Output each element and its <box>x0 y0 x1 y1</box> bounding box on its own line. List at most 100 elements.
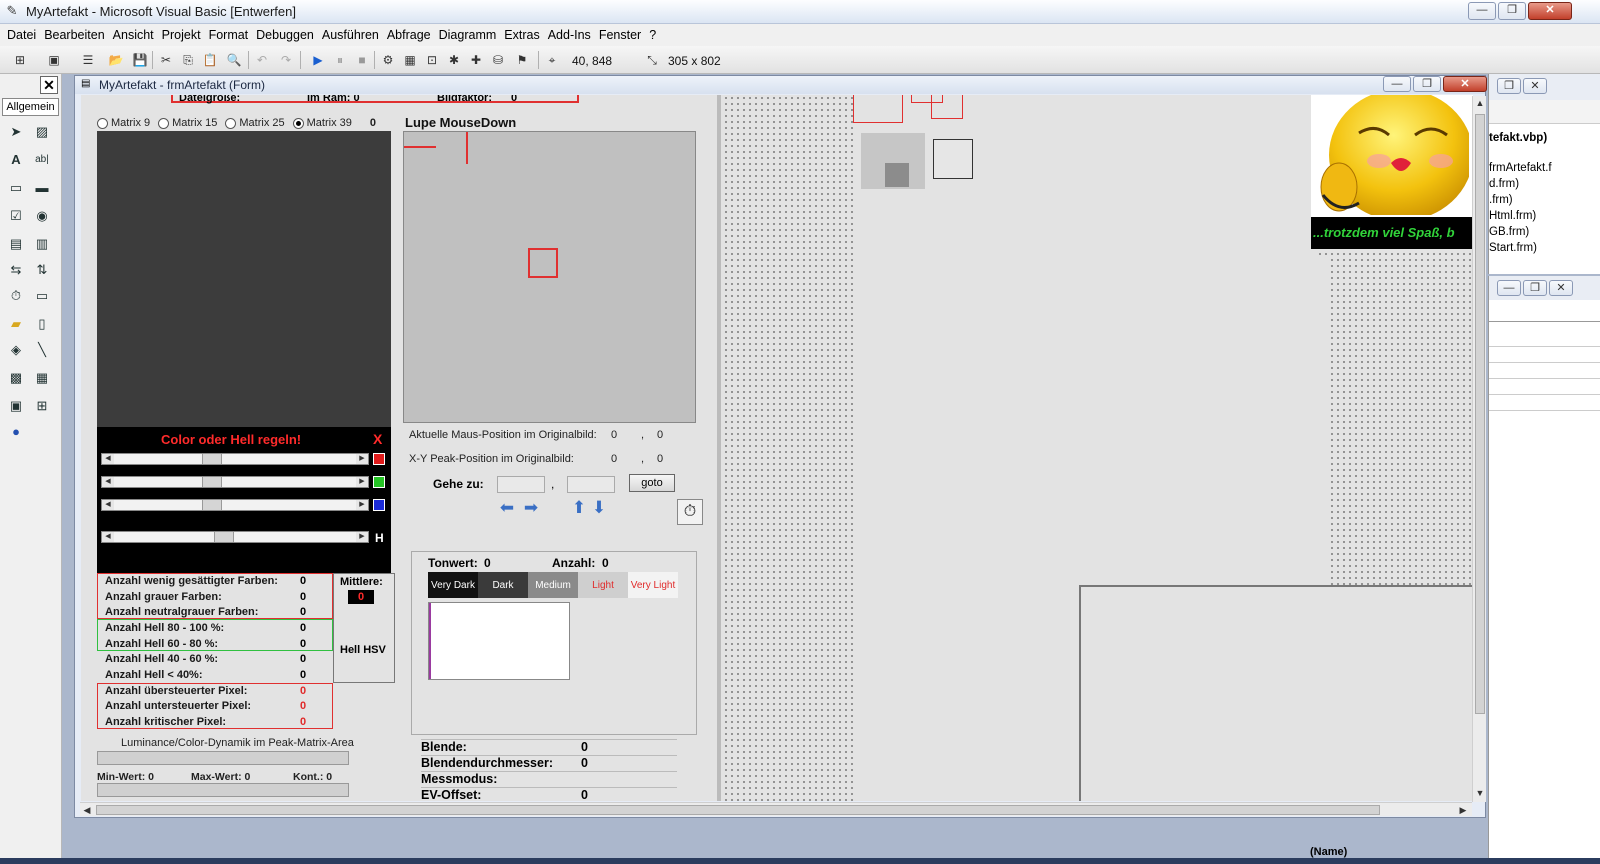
tone-very-light[interactable]: Very Light <box>628 572 678 598</box>
image-tool-icon[interactable]: ▩ <box>6 368 26 388</box>
add-project-icon[interactable]: ⊞ <box>12 52 28 68</box>
matrix-15-radio[interactable]: Matrix 15 <box>158 117 217 129</box>
component-manager-icon[interactable]: ⚑ <box>514 52 530 68</box>
tone-very-dark[interactable]: Very Dark <box>428 572 478 598</box>
picturebox-tool-icon[interactable]: ▨ <box>32 122 52 142</box>
project-item[interactable]: .frm) <box>1489 194 1513 206</box>
project-restore-button[interactable]: ❐ <box>1497 78 1521 94</box>
project-item[interactable]: tefakt.vbp) <box>1489 132 1547 144</box>
label-tool-icon[interactable]: A <box>6 150 26 170</box>
redo-icon[interactable]: ↷ <box>278 52 294 68</box>
properties-window-icon[interactable]: ▦ <box>402 52 418 68</box>
menu-bearbeiten[interactable]: Bearbeiten <box>41 24 107 46</box>
menu-diagramm[interactable]: Diagramm <box>436 24 500 46</box>
blue-slider[interactable]: ◀ ▶ <box>101 499 369 511</box>
commandbutton-tool-icon[interactable]: ▬ <box>32 178 52 198</box>
form-layout-icon[interactable]: ⊡ <box>424 52 440 68</box>
add-form-icon[interactable]: ▣ <box>46 52 62 68</box>
line-tool-icon[interactable]: ╲ <box>32 340 52 360</box>
menu-ausfuehren[interactable]: Ausführen <box>319 24 382 46</box>
filelist-tool-icon[interactable]: ▯ <box>32 314 52 334</box>
timer-tool-icon[interactable]: ⏱ <box>6 286 26 306</box>
restore-button[interactable]: ❐ <box>1498 2 1526 20</box>
lupe-picturebox[interactable] <box>403 131 696 423</box>
menu-help[interactable]: ? <box>646 24 659 46</box>
project-item[interactable]: GB.frm) <box>1489 226 1529 238</box>
combobox-tool-icon[interactable]: ▤ <box>6 234 26 254</box>
paste-icon[interactable]: 📋 <box>202 52 218 68</box>
green-slider[interactable]: ◀ ▶ <box>101 476 369 488</box>
form-minimize-button[interactable]: — <box>1383 76 1411 92</box>
object-browser-icon[interactable]: ✱ <box>446 52 462 68</box>
arrow-left-icon[interactable]: ⬅ <box>497 499 517 517</box>
form-close-button[interactable]: ✕ <box>1443 76 1487 92</box>
menu-debuggen[interactable]: Debuggen <box>253 24 317 46</box>
project-item[interactable]: d.frm) <box>1489 178 1519 190</box>
preview-box[interactable] <box>933 139 973 179</box>
color-panel-close[interactable]: X <box>373 431 382 447</box>
object-dropdown[interactable] <box>1489 302 1600 322</box>
pause-icon[interactable]: ⏸ <box>332 52 348 68</box>
project-explorer-icon[interactable]: ⚙ <box>380 52 396 68</box>
form-restore-button[interactable]: ❐ <box>1413 76 1441 92</box>
matrix-9-radio[interactable]: Matrix 9 <box>97 117 150 129</box>
save-icon[interactable]: 💾 <box>132 52 148 68</box>
form-vertical-scrollbar[interactable]: ▲ ▼ <box>1472 96 1486 802</box>
copy-icon[interactable]: ⎘ <box>180 52 196 68</box>
gray-picturebox[interactable] <box>861 133 925 189</box>
find-icon[interactable]: 🔍 <box>226 52 242 68</box>
properties-restore-button[interactable]: ❐ <box>1523 280 1547 296</box>
menu-extras[interactable]: Extras <box>501 24 542 46</box>
menu-fenster[interactable]: Fenster <box>596 24 644 46</box>
open-folder-icon[interactable]: 📂 <box>108 52 124 68</box>
textbox-tool-icon[interactable]: ab| <box>32 150 52 170</box>
globe-tool-icon[interactable]: ● <box>6 422 26 442</box>
dirlist-tool-icon[interactable]: ▰ <box>6 314 26 334</box>
data-tool-icon[interactable]: ▦ <box>32 368 52 388</box>
tone-light[interactable]: Light <box>578 572 628 598</box>
menu-ansicht[interactable]: Ansicht <box>110 24 157 46</box>
ole-tool-icon[interactable]: ▣ <box>6 396 26 416</box>
arrow-down-icon[interactable]: ⬇ <box>589 499 609 517</box>
goto-button[interactable]: goto <box>629 474 675 492</box>
minimize-button[interactable]: — <box>1468 2 1496 20</box>
project-item[interactable]: Start.frm) <box>1489 242 1537 254</box>
image-picturebox[interactable] <box>97 131 391 427</box>
toolbox-icon[interactable]: ✚ <box>468 52 484 68</box>
close-button[interactable]: ✕ <box>1528 2 1572 20</box>
vscrollbar-tool-icon[interactable]: ⇅ <box>32 260 52 280</box>
start-icon[interactable]: ▶ <box>310 52 326 68</box>
properties-close-button[interactable]: ✕ <box>1549 280 1573 296</box>
matrix-25-radio[interactable]: Matrix 25 <box>225 117 285 129</box>
arrow-up-icon[interactable]: ⬆ <box>569 499 589 517</box>
form-canvas[interactable]: Dateigröße: im Ram: 0 Bildfaktor: 0 Matr… <box>81 95 1473 801</box>
hscrollbar-tool-icon[interactable]: ⇆ <box>6 260 26 280</box>
stop-icon[interactable]: ■ <box>354 52 370 68</box>
grid-tool-icon[interactable]: ⊞ <box>32 396 52 416</box>
menu-add-ins[interactable]: Add-Ins <box>545 24 594 46</box>
drivelist-tool-icon[interactable]: ▭ <box>32 286 52 306</box>
toolbox-tab-allgemein[interactable]: Allgemein <box>2 98 59 116</box>
red-slider[interactable]: ◀ ▶ <box>101 453 369 465</box>
menu-datei[interactable]: Datei <box>4 24 39 46</box>
arrow-right-icon[interactable]: ➡ <box>521 499 541 517</box>
checkbox-tool-icon[interactable]: ☑ <box>6 206 26 226</box>
project-item[interactable]: Html.frm) <box>1489 210 1536 222</box>
data-view-icon[interactable]: ⛁ <box>490 52 506 68</box>
cut-icon[interactable]: ✂ <box>158 52 174 68</box>
matrix-39-radio[interactable]: Matrix 39 <box>292 117 352 129</box>
form-horizontal-scrollbar[interactable]: ◀ ▶ <box>80 802 1472 816</box>
tone-medium[interactable]: Medium <box>528 572 578 598</box>
goto-x-input[interactable] <box>497 476 545 493</box>
project-close-button[interactable]: ✕ <box>1523 78 1547 94</box>
menu-format[interactable]: Format <box>206 24 252 46</box>
project-item[interactable]: frmArtefakt.f <box>1489 162 1552 174</box>
menu-editor-icon[interactable]: ☰ <box>80 52 96 68</box>
pointer-tool-icon[interactable]: ➤ <box>6 122 26 142</box>
tone-dark[interactable]: Dark <box>478 572 528 598</box>
listbox-tool-icon[interactable]: ▥ <box>32 234 52 254</box>
undo-icon[interactable]: ↶ <box>254 52 270 68</box>
hell-slider[interactable]: ◀ ▶ <box>101 531 369 543</box>
toolbox-close-button[interactable]: ✕ <box>40 76 58 94</box>
properties-minimize-button[interactable]: — <box>1497 280 1521 296</box>
